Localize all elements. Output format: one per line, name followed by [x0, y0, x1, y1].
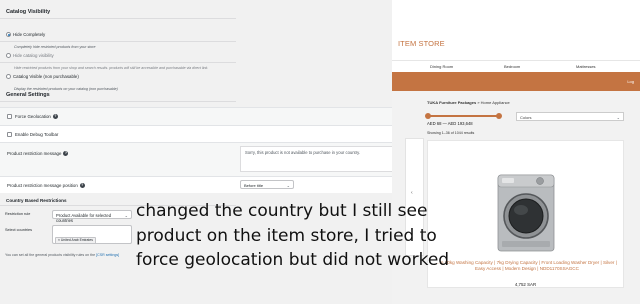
force-geolocation-checkbox[interactable]	[7, 114, 12, 119]
restriction-message-label: Product restriction message?	[7, 151, 69, 157]
country-restrictions-title: Country Based Restrictions	[6, 198, 67, 203]
caption-line: force geolocation but did not worked	[136, 250, 450, 270]
footer-note-text: You can set all the general products vis…	[5, 253, 96, 257]
chevron-down-icon: ⌄	[124, 212, 128, 218]
store-nav: Dining Room Bedroom Mattresses	[392, 60, 640, 70]
country-tag[interactable]: × United Arab Emirates	[55, 236, 96, 244]
footer-note: You can set all the general products vis…	[5, 253, 119, 257]
divider	[0, 41, 236, 42]
debug-toolbar-row: Enable Debug Toolbar	[0, 125, 392, 142]
radio-hide-completely[interactable]: Hide Completely Completely hide restrict…	[6, 26, 234, 49]
debug-toolbar-checkbox[interactable]	[7, 132, 12, 137]
product-price: 4,752 SAR	[514, 282, 537, 287]
restriction-rule-label: Restriction rule	[5, 212, 31, 216]
restriction-rule-value: Product Available for selected countries	[56, 212, 112, 223]
radio-description: Display the restricted products on your …	[14, 87, 118, 91]
restriction-message-text: Product restriction message	[7, 151, 62, 156]
price-slider-min-handle[interactable]	[425, 112, 431, 119]
chevron-down-icon: ⌄	[286, 182, 290, 188]
nav-item-mattresses[interactable]: Mattresses	[576, 64, 596, 69]
divider	[0, 62, 236, 63]
general-settings-title: General Settings	[6, 92, 50, 98]
price-slider-max-handle[interactable]	[496, 112, 502, 119]
radio-catalog-visible[interactable]: Catalog Visible (non purchasable) Displa…	[6, 68, 234, 91]
radio-label: Hide Completely	[13, 32, 46, 38]
catalog-visibility-title: Catalog Visibility	[6, 9, 51, 15]
force-geolocation-row: Force Geolocation?	[0, 107, 392, 125]
countries-multiselect[interactable]: × United Arab Emirates	[52, 225, 132, 244]
force-geolocation-label: Force Geolocation?	[15, 114, 58, 120]
radio-button[interactable]	[6, 53, 11, 59]
message-position-value: Before title	[244, 182, 264, 188]
nav-item-dining-room[interactable]: Dining Room	[430, 64, 453, 69]
help-icon[interactable]: ?	[63, 151, 69, 157]
force-geolocation-text: Force Geolocation	[15, 114, 51, 119]
breadcrumb-category[interactable]: TUKA Furniture Packages	[427, 100, 476, 105]
results-count: Showing 1–36 of 1044 results	[427, 131, 475, 135]
price-range-label: AED 68 — AED 193,648	[427, 121, 473, 126]
radio-label: Hide catalog visibility	[13, 53, 54, 59]
chevron-left-icon[interactable]: ‹	[411, 190, 413, 196]
divider	[0, 101, 236, 102]
price-slider-track[interactable]	[427, 115, 499, 117]
message-position-select[interactable]: Before title ⌄	[240, 180, 294, 189]
caption-overlay: changed the country but I still see prod…	[136, 199, 556, 273]
message-position-label: Product restriction message position?	[7, 183, 85, 189]
radio-hide-catalog-visibility[interactable]: Hide catalog visibility Hide restricted …	[6, 47, 234, 70]
restriction-message-textarea[interactable]: Sorry, this product is not available to …	[240, 146, 392, 172]
color-filter-value: Colors	[520, 114, 532, 120]
help-icon[interactable]: ?	[52, 114, 58, 120]
breadcrumb: TUKA Furniture Packages » Home Appliance	[427, 100, 510, 105]
store-title[interactable]: ITEM STORE	[398, 39, 445, 48]
help-icon[interactable]: ?	[79, 183, 85, 189]
radio-button[interactable]	[6, 32, 11, 38]
store-banner: Log	[392, 72, 640, 91]
select-countries-label: Select countries	[5, 228, 33, 232]
csr-settings-link[interactable]: [CSR settings]	[96, 253, 119, 257]
caption-line: changed the country but I still see	[136, 201, 428, 221]
message-position-text: Product restriction message position	[7, 183, 78, 188]
radio-button[interactable]	[6, 74, 11, 80]
radio-label: Catalog Visible (non purchasable)	[13, 74, 79, 80]
chevron-down-icon: ⌄	[616, 114, 620, 120]
restriction-rule-select[interactable]: Product Available for selected countries…	[52, 210, 132, 223]
message-position-row: Product restriction message position?	[0, 176, 392, 193]
color-filter-select[interactable]: Colors ⌄	[516, 112, 624, 121]
caption-line: product on the item store, I tried to	[136, 225, 437, 246]
login-link[interactable]: Log	[627, 79, 634, 84]
breadcrumb-subcategory: » Home Appliance	[476, 100, 510, 105]
nav-item-bedroom[interactable]: Bedroom	[504, 64, 520, 69]
divider	[0, 18, 236, 19]
debug-toolbar-label: Enable Debug Toolbar	[15, 132, 59, 137]
